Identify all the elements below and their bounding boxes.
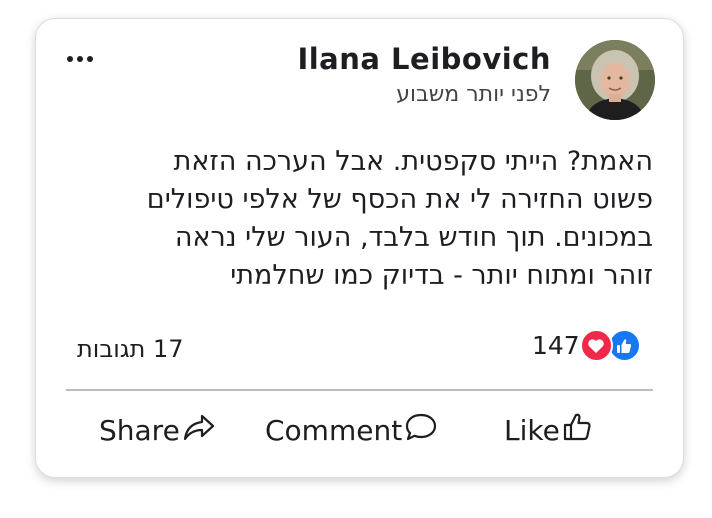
avatar[interactable] (575, 40, 655, 120)
comment-icon (404, 412, 438, 449)
post-card: Ilana Leibovich לפני יותר משבוע האמת? הי… (35, 18, 684, 478)
reactions-count: 147 (532, 331, 580, 360)
like-label: Like (504, 414, 560, 447)
love-icon (579, 329, 613, 362)
thumbs-up-icon (562, 412, 594, 449)
author-name[interactable]: Ilana Leibovich (297, 42, 551, 76)
post-timestamp[interactable]: לפני יותר משבוע (396, 82, 551, 107)
share-label: Share (99, 414, 180, 447)
post-text-line: זוהר ומתוח יותר - בדיוק כמו שחלמתי (230, 260, 653, 291)
reactions-summary[interactable]: 147 (532, 329, 641, 362)
share-icon (182, 412, 216, 449)
share-button[interactable]: Share (99, 412, 216, 449)
post-text-line: פשוט החזירה לי את הכסף של אלפי טיפולים (146, 184, 653, 215)
like-button[interactable]: Like (504, 412, 594, 449)
comment-button[interactable]: Comment (265, 412, 438, 449)
comments-count[interactable]: 17 תגובות (77, 335, 184, 363)
post-text: האמת? הייתי סקפטית. אבל הערכה הזאת פשוט … (72, 143, 653, 295)
more-options-icon[interactable] (67, 56, 93, 62)
divider (66, 389, 653, 391)
post-text-line: במכונים. תוך חודש בלבד, העור שלי נראה (174, 222, 653, 253)
avatar-photo (575, 40, 655, 120)
comment-label: Comment (265, 414, 403, 447)
post-text-line: האמת? הייתי סקפטית. אבל הערכה הזאת (173, 146, 653, 177)
